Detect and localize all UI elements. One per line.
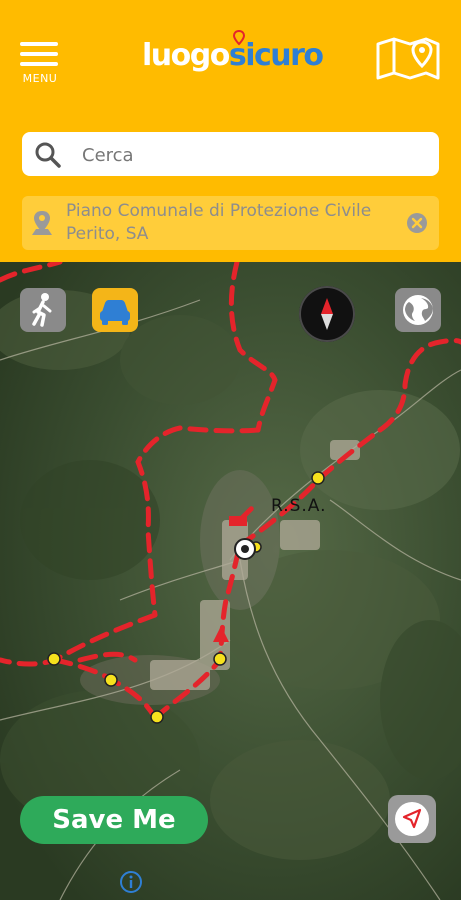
plan-name: Piano Comunale di Protezione Civile Peri…: [66, 201, 372, 244]
save-me-button[interactable]: Save Me: [20, 796, 208, 844]
logo-pin-icon: [232, 30, 246, 46]
hamburger-icon-bar: [20, 62, 58, 66]
map-label-rsa: R.S.A.: [271, 496, 327, 516]
car-mode-button[interactable]: [92, 288, 138, 332]
close-icon[interactable]: [407, 213, 427, 233]
menu-button[interactable]: MENU: [18, 40, 62, 86]
car-icon: [100, 300, 130, 325]
search-icon: [35, 142, 61, 168]
search-bar[interactable]: [22, 132, 439, 178]
menu-label: MENU: [22, 72, 58, 85]
hamburger-icon-bar: [20, 42, 58, 46]
info-icon[interactable]: [119, 870, 143, 894]
walk-icon: [32, 293, 52, 327]
location-pin-icon: [32, 211, 52, 235]
app-logo: luogosicuro: [142, 30, 324, 82]
navigation-arrow-icon[interactable]: [388, 795, 436, 843]
logo-text-luogo: luogo: [142, 38, 230, 73]
walk-mode-button[interactable]: [20, 288, 66, 332]
search-input[interactable]: [80, 132, 424, 178]
app-header: MENU luogosicuro Piano Comunale di Prote…: [0, 0, 461, 262]
globe-icon[interactable]: [395, 288, 441, 332]
map-pin-icon[interactable]: [374, 36, 442, 82]
selected-plan-bar[interactable]: Piano Comunale di Protezione Civile Peri…: [22, 196, 439, 250]
hamburger-icon-bar: [20, 52, 58, 56]
compass-icon[interactable]: [299, 286, 355, 342]
